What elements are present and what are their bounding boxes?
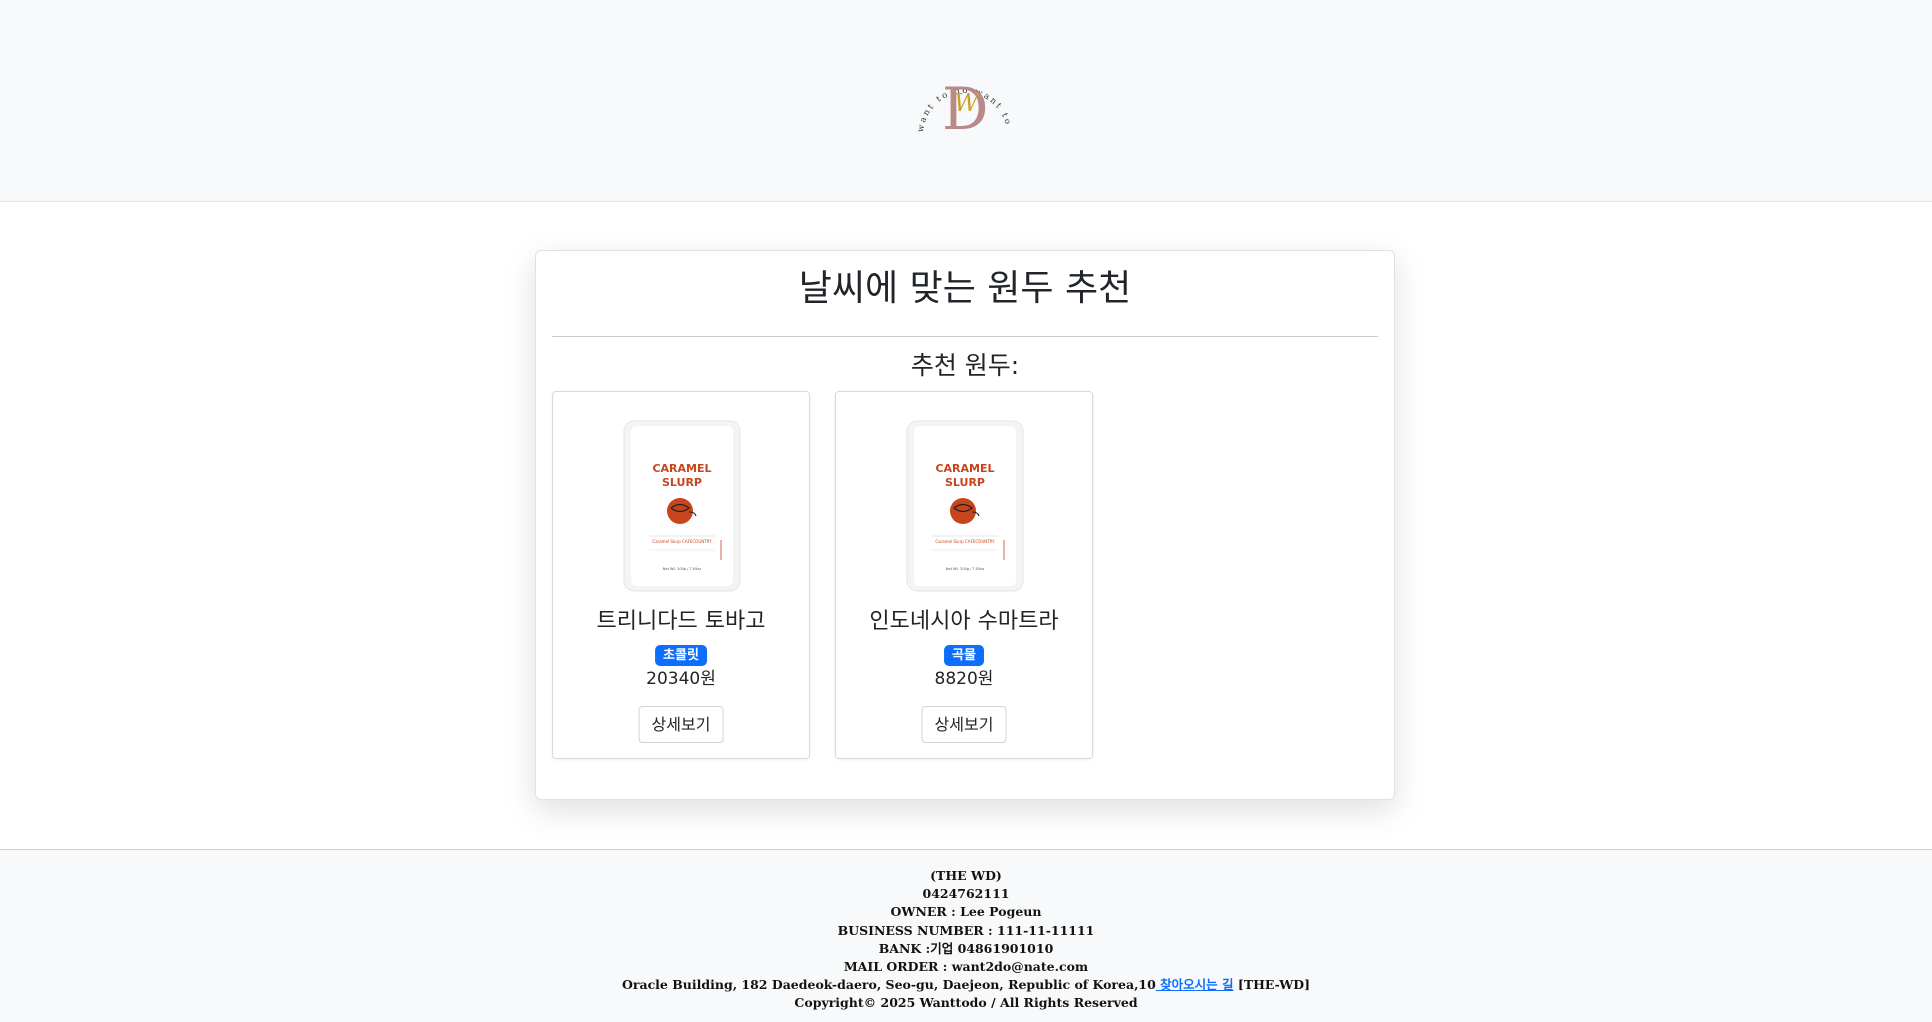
product-price: 20340원 <box>646 669 716 689</box>
divider <box>552 336 1378 337</box>
svg-text:Caramel Slurp CAFECOUNTRY: Caramel Slurp CAFECOUNTRY <box>652 539 712 544</box>
view-details-button[interactable]: 상세보기 <box>921 706 1007 743</box>
footer-mail-order: MAIL ORDER : want2do@nate.com <box>843 959 1089 975</box>
site-footer: (THE WD) 0424762111 OWNER : Lee Pogeun B… <box>0 849 1932 1022</box>
svg-text:Caramel Slurp CAFECOUNTRY: Caramel Slurp CAFECOUNTRY <box>935 539 995 544</box>
footer-address-suffix: [THE-WD] <box>1233 977 1310 993</box>
brand-logo[interactable]: want to do want to do want to do D W <box>909 47 1021 139</box>
site-header: want to do want to do want to do D W <box>0 0 1932 202</box>
svg-text:SLURP: SLURP <box>662 476 702 489</box>
svg-text:CARAMEL: CARAMEL <box>935 462 994 475</box>
flavor-badge: 곡물 <box>944 645 984 666</box>
footer-company: (THE WD) <box>930 868 1002 883</box>
flavor-badge: 초콜릿 <box>655 645 707 666</box>
recommended-beans-heading: 추천 원두: <box>910 351 1020 380</box>
svg-text:Net Wt. 200g / 7.05oz: Net Wt. 200g / 7.05oz <box>946 567 985 571</box>
footer-address: Oracle Building, 182 Daedeok-daero, Seo-… <box>622 977 1156 993</box>
directions-link[interactable]: 찾아오시는 길 <box>1156 977 1233 992</box>
footer-phone: 0424762111 <box>922 886 1010 902</box>
product-card: CARAMEL SLURP Caramel Slurp CAFECOUNTRY … <box>552 391 810 759</box>
product-image[interactable]: CARAMEL SLURP Caramel Slurp CAFECOUNTRY … <box>623 420 741 592</box>
footer-bank: BANK :기업 04861901010 <box>878 940 1054 956</box>
svg-text:Net Wt. 200g / 7.05oz: Net Wt. 200g / 7.05oz <box>663 567 702 571</box>
recommendation-panel: 날씨에 맞는 원두 추천 추천 원두: CARAMEL SLURP Carame… <box>535 250 1395 800</box>
logo-w-letter: W <box>954 89 981 117</box>
product-price: 8820원 <box>934 669 994 689</box>
view-details-button[interactable]: 상세보기 <box>638 706 724 743</box>
product-name: 인도네시아 수마트라 <box>869 609 1059 634</box>
svg-text:SLURP: SLURP <box>945 476 985 489</box>
product-name: 트리니다드 토바고 <box>596 609 766 634</box>
product-image[interactable]: CARAMEL SLURP Caramel Slurp CAFECOUNTRY … <box>906 420 1024 592</box>
svg-text:CARAMEL: CARAMEL <box>652 462 711 475</box>
footer-owner: OWNER : Lee Pogeun <box>890 904 1042 920</box>
footer-business-number: BUSINESS NUMBER : 111-11-11111 <box>837 922 1095 938</box>
product-card: CARAMEL SLURP Caramel Slurp CAFECOUNTRY … <box>835 391 1093 759</box>
footer-address-line: Oracle Building, 182 Daedeok-daero, Seo-… <box>0 976 1932 994</box>
footer-copyright: Copyright© 2025 Wanttodo / All Rights Re… <box>794 995 1138 1011</box>
page-title: 날씨에 맞는 원두 추천 <box>798 268 1132 309</box>
